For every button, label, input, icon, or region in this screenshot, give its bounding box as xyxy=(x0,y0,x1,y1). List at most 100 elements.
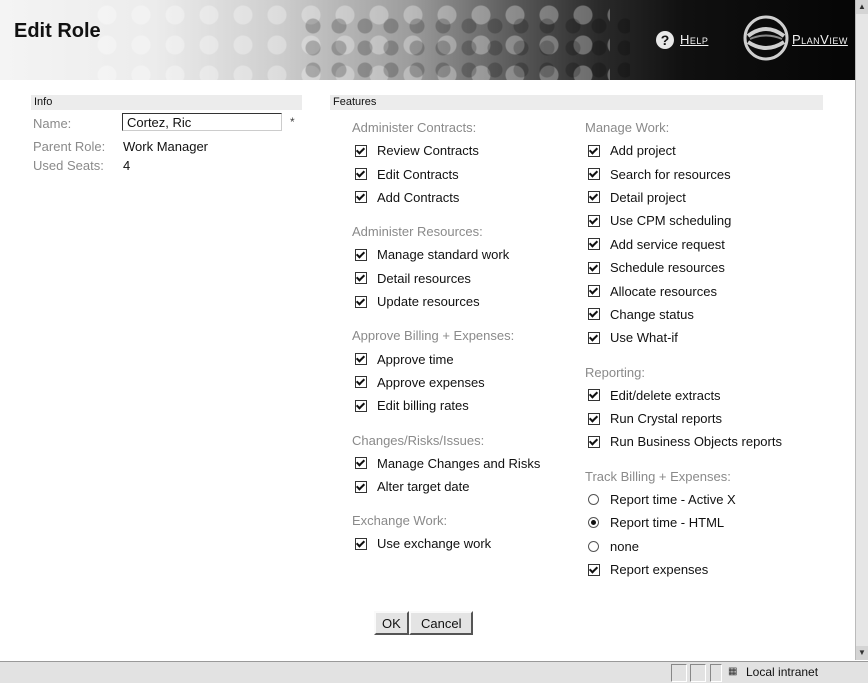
feature-group: Exchange Work: Use exchange work xyxy=(352,512,540,555)
feature-radio-option[interactable]: none xyxy=(585,534,782,557)
feature-item-label: Run Business Objects reports xyxy=(610,434,782,450)
feature-checkbox-item[interactable]: Use exchange work xyxy=(352,532,540,555)
feature-checkbox-item[interactable]: Detail resources xyxy=(352,267,540,290)
checkbox-checked-icon[interactable] xyxy=(588,238,600,251)
feature-group-title: Administer Contracts: xyxy=(352,120,477,135)
radio-selected-icon[interactable] xyxy=(588,517,599,529)
checkbox-checked-icon[interactable] xyxy=(588,331,600,344)
feature-checkbox-item[interactable]: Alter target date xyxy=(352,475,540,498)
feature-group: Manage Work: Add project Search for resour… xyxy=(585,119,782,350)
feature-checkbox-item[interactable]: Schedule resources xyxy=(585,256,782,279)
feature-radio-option[interactable]: Report time - Active X xyxy=(585,488,782,511)
feature-group-title: Track Billing + Expenses: xyxy=(585,468,731,484)
feature-checkbox-item[interactable]: Manage Changes and Risks xyxy=(352,452,540,475)
scroll-up-arrow-icon[interactable]: ▲ xyxy=(856,0,868,14)
checkbox-checked-icon[interactable] xyxy=(355,272,367,285)
checkbox-checked-icon[interactable] xyxy=(355,480,367,493)
status-bar: ▦ Local intranet xyxy=(0,661,868,683)
feature-checkbox-item[interactable]: Edit billing rates xyxy=(352,394,540,417)
name-label: Name: xyxy=(33,116,72,131)
feature-group: Track Billing + Expenses: Report time - A… xyxy=(585,468,782,582)
checkbox-checked-icon[interactable] xyxy=(355,376,367,389)
planview-link[interactable]: PlanView xyxy=(792,32,848,47)
feature-checkbox-item[interactable]: Use What-if xyxy=(585,326,782,349)
feature-item-label: Use What-if xyxy=(610,330,678,346)
feature-item-label: Alter target date xyxy=(377,479,470,495)
feature-item-label: Edit/delete extracts xyxy=(610,387,721,403)
feature-item-label: Update resources xyxy=(377,294,480,310)
checkbox-checked-icon[interactable] xyxy=(588,435,600,448)
help-icon[interactable]: ? xyxy=(656,31,674,49)
checkbox-checked-icon[interactable] xyxy=(588,191,600,204)
feature-item-label: Approve time xyxy=(377,351,454,367)
checkbox-checked-icon[interactable] xyxy=(588,168,600,181)
checkbox-checked-icon[interactable] xyxy=(355,144,367,157)
checkbox-checked-icon[interactable] xyxy=(355,248,367,261)
scroll-down-arrow-icon[interactable]: ▼ xyxy=(856,646,868,660)
checkbox-checked-icon[interactable] xyxy=(588,261,600,274)
feature-checkbox-item[interactable]: Run Crystal reports xyxy=(585,407,782,430)
feature-group-title: Changes/Risks/Issues: xyxy=(352,432,485,448)
feature-checkbox-item[interactable]: Add Contracts xyxy=(352,186,540,209)
feature-checkbox-item[interactable]: Review Contracts xyxy=(352,139,540,162)
checkbox-checked-icon[interactable] xyxy=(588,412,600,425)
checkbox-checked-icon[interactable] xyxy=(588,389,600,402)
feature-checkbox-item[interactable]: Report expenses xyxy=(585,558,782,581)
feature-checkbox-item[interactable]: Edit/delete extracts xyxy=(585,384,782,407)
feature-item-label: Add project xyxy=(610,143,676,159)
feature-item-label: Schedule resources xyxy=(610,260,725,276)
feature-checkbox-item[interactable]: Allocate resources xyxy=(585,279,782,302)
feature-checkbox-item[interactable]: Use CPM scheduling xyxy=(585,209,782,232)
feature-item-label: Edit billing rates xyxy=(377,398,469,414)
feature-checkbox-item[interactable]: Search for resources xyxy=(585,162,782,185)
radio-unselected-icon[interactable] xyxy=(588,540,599,552)
feature-group: Changes/Risks/Issues: Manage Changes and … xyxy=(352,432,540,499)
feature-checkbox-item[interactable]: Add project xyxy=(585,139,782,162)
feature-group-title: Reporting: xyxy=(585,364,645,380)
feature-item-label: Review Contracts xyxy=(377,143,479,159)
status-cell xyxy=(671,664,687,682)
feature-item-label: Run Crystal reports xyxy=(610,411,722,427)
cancel-button[interactable]: Cancel xyxy=(409,611,474,635)
checkbox-checked-icon[interactable] xyxy=(588,563,600,576)
checkbox-checked-icon[interactable] xyxy=(355,399,367,412)
feature-radio-option[interactable]: Report time - HTML xyxy=(585,511,782,534)
feature-item-label: Report time - HTML xyxy=(610,515,725,531)
feature-checkbox-item[interactable]: Detail project xyxy=(585,186,782,209)
feature-checkbox-item[interactable]: Change status xyxy=(585,303,782,326)
help-link[interactable]: Help xyxy=(680,32,708,47)
used-seats-value: 4 xyxy=(123,158,131,173)
feature-checkbox-item[interactable]: Approve time xyxy=(352,347,540,370)
feature-item-label: Use CPM scheduling xyxy=(610,213,732,229)
feature-group-title: Approve Billing + Expenses: xyxy=(352,328,515,344)
ok-button[interactable]: OK xyxy=(374,611,409,635)
feature-checkbox-item[interactable]: Update resources xyxy=(352,290,540,313)
checkbox-checked-icon[interactable] xyxy=(588,214,600,227)
checkbox-checked-icon[interactable] xyxy=(588,285,600,298)
banner-pattern-dark xyxy=(300,15,630,80)
checkbox-checked-icon[interactable] xyxy=(355,168,367,181)
status-cell xyxy=(710,664,722,682)
checkbox-checked-icon[interactable] xyxy=(355,537,367,550)
feature-checkbox-item[interactable]: Approve expenses xyxy=(352,371,540,394)
feature-checkbox-item[interactable]: Edit Contracts xyxy=(352,162,540,185)
checkbox-checked-icon[interactable] xyxy=(355,353,367,366)
checkbox-checked-icon[interactable] xyxy=(355,191,367,204)
zone-label: Local intranet xyxy=(746,665,819,679)
feature-checkbox-item[interactable]: Run Business Objects reports xyxy=(585,430,782,453)
feature-checkbox-item[interactable]: Add service request xyxy=(585,233,782,256)
vertical-scrollbar[interactable]: ▲ ▼ xyxy=(855,0,868,660)
name-field[interactable] xyxy=(122,113,282,131)
feature-item-label: Search for resources xyxy=(610,166,731,182)
checkbox-checked-icon[interactable] xyxy=(355,295,367,308)
feature-group: Reporting: Edit/delete extracts Run Crysta… xyxy=(585,364,782,454)
radio-unselected-icon[interactable] xyxy=(588,493,599,505)
checkbox-checked-icon[interactable] xyxy=(588,144,600,157)
feature-item-label: Report time - Active X xyxy=(610,491,736,507)
checkbox-checked-icon[interactable] xyxy=(588,308,600,321)
feature-checkbox-item[interactable]: Manage standard work xyxy=(352,243,540,266)
used-seats-label: Used Seats: xyxy=(33,158,104,173)
parent-role-label: Parent Role: xyxy=(33,139,106,154)
checkbox-checked-icon[interactable] xyxy=(355,457,367,470)
feature-item-label: Add service request xyxy=(610,236,725,252)
